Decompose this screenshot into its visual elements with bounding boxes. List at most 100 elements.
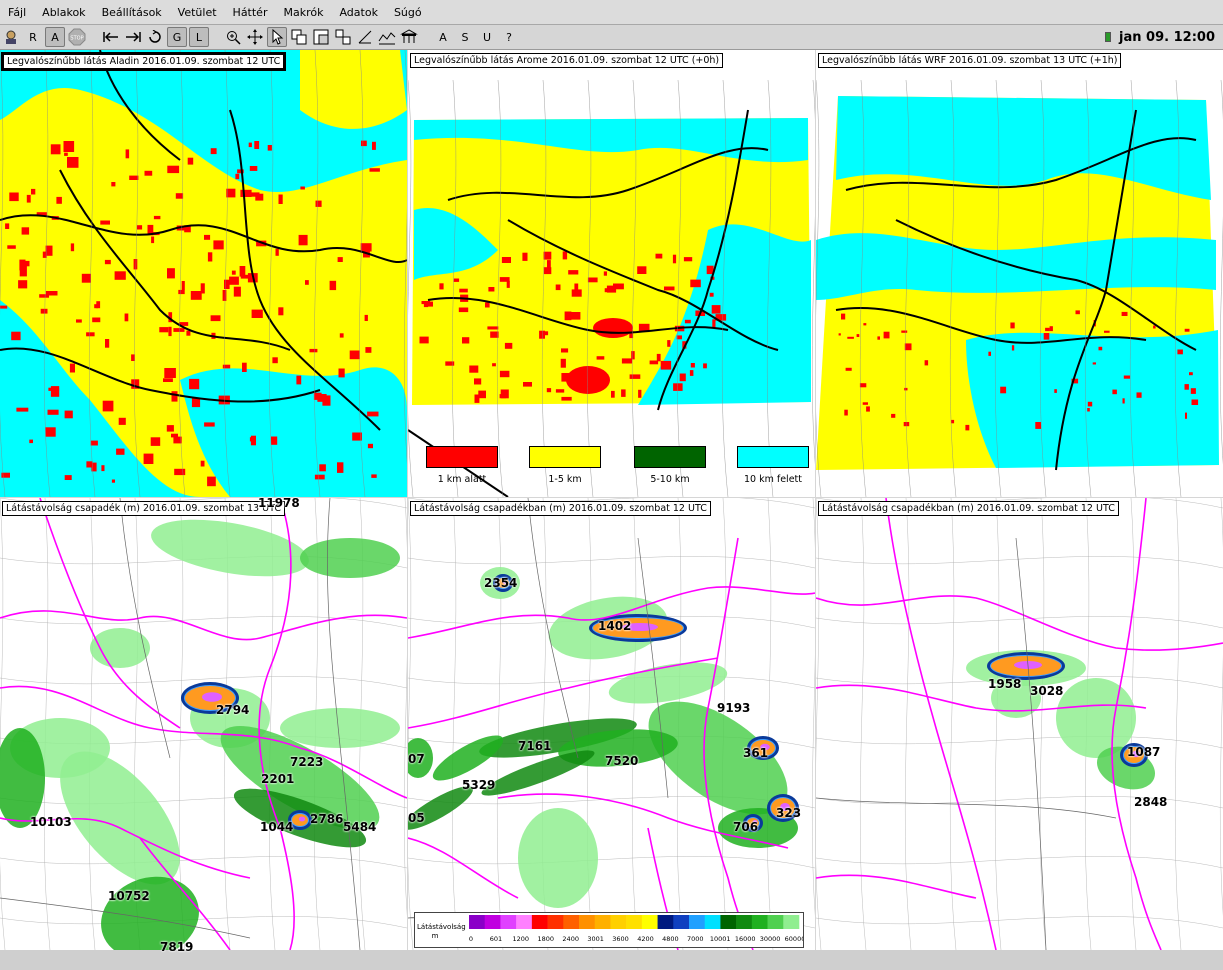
panel-arome-visibility[interactable]: Legvalószínűbb látás Arome 2016.01.09. s… — [408, 50, 815, 497]
graticule-line — [860, 498, 867, 950]
stop-icon[interactable]: STOP — [67, 27, 87, 47]
panel-wrf-visibility[interactable]: Legvalószínűbb látás WRF 2016.01.09. szo… — [816, 50, 1223, 497]
low-visibility-patch — [611, 390, 615, 398]
low-visibility-patch — [47, 409, 59, 415]
first-frame-icon[interactable] — [101, 27, 121, 47]
menu-file[interactable]: Fájl — [0, 6, 34, 19]
menu-help[interactable]: Súgó — [386, 6, 430, 19]
low-visibility-patch — [92, 317, 101, 323]
color-scale-cell — [531, 915, 548, 929]
color-scale-tick: 601 — [490, 935, 502, 943]
zoom-icon[interactable] — [223, 27, 243, 47]
tool-l-button[interactable]: L — [189, 27, 209, 47]
station-icon[interactable] — [399, 27, 419, 47]
color-scale-tick: 4800 — [662, 935, 679, 943]
color-scale-tick: 3001 — [587, 935, 604, 943]
panel-wrf-precip[interactable]: Látástávolság csapadékban (m) 2016.01.09… — [816, 498, 1223, 950]
profile-icon[interactable] — [377, 27, 397, 47]
low-visibility-patch — [423, 301, 429, 308]
tool-a2-button[interactable]: A — [433, 27, 453, 47]
visibility-color-scale: Látástávolság m 0 601 1200 1800 2400 3001 3600… — [414, 912, 804, 948]
low-visibility-patch — [883, 331, 890, 339]
graticule-line — [816, 498, 822, 950]
low-visibility-patch — [272, 357, 278, 364]
low-visibility-patch — [571, 312, 581, 320]
low-visibility-patch — [904, 387, 908, 391]
panel-arome-precip[interactable]: Látástávolság csapadékban (m) 2016.01.09… — [408, 498, 815, 950]
graticule-line — [404, 498, 407, 916]
menu-macros[interactable]: Makrók — [275, 6, 331, 19]
low-visibility-patch — [90, 440, 98, 446]
color-scale-tick: 3600 — [612, 935, 629, 943]
color-scale-tick: 1200 — [513, 935, 530, 943]
precip-area — [151, 519, 309, 577]
low-visibility-patch — [458, 307, 469, 313]
pan-icon[interactable] — [245, 27, 265, 47]
low-visibility-patch — [838, 333, 841, 336]
low-visibility-patch — [547, 260, 551, 269]
low-visibility-patch — [69, 363, 75, 373]
color-scale-cell — [500, 915, 517, 929]
last-frame-icon[interactable] — [123, 27, 143, 47]
legend-label: 10 km felett — [743, 474, 802, 485]
panel-aladin-visibility[interactable]: Legvalószínűbb látás Aladin 2016.01.09. … — [0, 50, 407, 497]
menu-projection[interactable]: Vetület — [170, 6, 225, 19]
country-border — [816, 595, 1223, 651]
menu-data[interactable]: Adatok — [331, 6, 385, 19]
graticule-line — [995, 498, 1002, 950]
low-visibility-patch — [629, 374, 641, 379]
measure-icon[interactable] — [355, 27, 375, 47]
color-scale-cell — [720, 915, 737, 929]
signal-icon — [1105, 32, 1112, 42]
toolbar-separator — [89, 27, 99, 47]
low-visibility-patch — [248, 142, 252, 148]
low-visibility-patch — [1189, 372, 1193, 376]
visibility-value-label: 1044 — [260, 820, 294, 834]
tile-window-icon[interactable] — [333, 27, 353, 47]
color-scale-cell — [673, 915, 690, 929]
low-visibility-patch — [365, 347, 372, 353]
pointer-icon[interactable] — [267, 27, 287, 47]
low-visibility-patch — [1092, 362, 1096, 365]
tool-g-button[interactable]: G — [167, 27, 187, 47]
loop-icon[interactable] — [145, 27, 165, 47]
menu-settings[interactable]: Beállítások — [94, 6, 170, 19]
graticule-line — [816, 556, 1223, 569]
color-scale-tick: 60000 — [785, 935, 803, 943]
graticule-line — [408, 79, 414, 497]
help-button[interactable]: ? — [499, 27, 519, 47]
menu-windows[interactable]: Ablakok — [34, 6, 93, 19]
tool-u-button[interactable]: U — [477, 27, 497, 47]
low-visibility-patch — [29, 439, 33, 444]
low-visibility-patch — [337, 462, 344, 473]
menu-background[interactable]: Háttér — [225, 6, 276, 19]
low-visibility-patch — [863, 323, 867, 326]
low-visibility-patch — [501, 257, 511, 263]
visibility-value-label: 07 — [408, 752, 425, 766]
low-visibility-patch — [1098, 346, 1103, 351]
low-visibility-patch — [100, 220, 110, 225]
low-visibility-patch — [118, 417, 126, 425]
map-arome-visibility — [408, 79, 815, 497]
low-visibility-patch — [562, 251, 568, 260]
tool-r-button[interactable]: R — [23, 27, 43, 47]
toolbar: R A STOP G L A S U ? — [0, 25, 1223, 50]
low-visibility-patch — [173, 328, 185, 332]
graticule-line — [89, 498, 96, 950]
panel-aladin-precip[interactable]: Látástávolság csapadék (m) 2016.01.09. s… — [0, 498, 407, 950]
legend-label: 1 km alatt — [437, 474, 487, 485]
low-visibility-patch — [1087, 401, 1093, 407]
tool-a-button[interactable]: A — [45, 27, 65, 47]
split-window-icon[interactable] — [311, 27, 331, 47]
panel-title: Legvalószínűbb látás Aladin 2016.01.09. … — [0, 52, 287, 71]
legend-label: 5-10 km — [650, 474, 690, 485]
avatar-icon[interactable] — [1, 27, 21, 47]
low-visibility-patch — [136, 225, 143, 230]
low-visibility-patch — [1035, 422, 1041, 429]
low-visibility-patch — [459, 288, 468, 293]
low-visibility-patch — [1045, 327, 1050, 332]
low-visibility-patch — [504, 342, 513, 349]
copy-window-icon[interactable] — [289, 27, 309, 47]
tool-s-button[interactable]: S — [455, 27, 475, 47]
stop-label: STOP — [70, 36, 83, 42]
